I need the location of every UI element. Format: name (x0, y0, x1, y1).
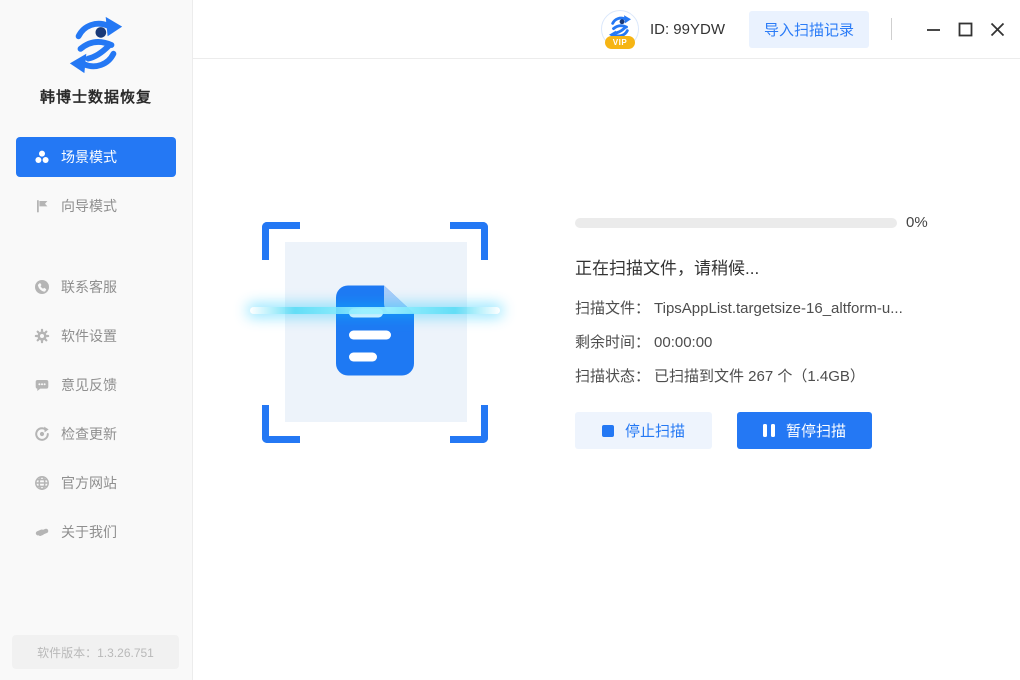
scan-message: 正在扫描文件，请稍候... (575, 254, 953, 279)
version-badge: 软件版本：1.3.26.751 (12, 635, 179, 669)
progress-bar (575, 218, 897, 228)
viewfinder-corner (450, 222, 488, 260)
scan-actions: 停止扫描 暂停扫描 (575, 412, 953, 449)
feedback-icon (34, 377, 50, 393)
update-icon (34, 426, 50, 442)
sidebar-item-label: 向导模式 (61, 196, 117, 216)
scan-line (250, 307, 500, 314)
scan-details: 扫描文件： TipsAppList.targetsize-16_altform-… (575, 300, 953, 385)
sidebar-item-about-us[interactable]: 关于我们 (16, 512, 176, 552)
pause-icon (763, 424, 775, 437)
user-id: ID: 99YDW (650, 21, 725, 38)
sidebar-item-check-updates[interactable]: 检查更新 (16, 414, 176, 454)
detail-row-time-remaining: 剩余时间： 00:00:00 (575, 334, 953, 351)
detail-value: 已扫描到文件 267 个（1.4GB） (654, 368, 865, 385)
sidebar-nav: 场景模式 向导模式 联系客服 (0, 137, 192, 561)
viewfinder-corner (450, 405, 488, 443)
viewfinder-corner (262, 405, 300, 443)
detail-value: TipsAppList.targetsize-16_altform-u... (654, 300, 903, 317)
sidebar-item-settings[interactable]: 软件设置 (16, 316, 176, 356)
sidebar: 韩博士数据恢复 场景模式 向导模式 (0, 0, 193, 680)
stop-icon (602, 425, 614, 437)
handshake-icon (34, 524, 50, 540)
pause-scan-label: 暂停扫描 (786, 420, 846, 441)
sidebar-item-scene-mode[interactable]: 场景模式 (16, 137, 176, 177)
sidebar-item-label: 官方网站 (61, 473, 117, 493)
stop-scan-button[interactable]: 停止扫描 (575, 412, 712, 449)
sidebar-item-official-website[interactable]: 官方网站 (16, 463, 176, 503)
pause-scan-button[interactable]: 暂停扫描 (737, 412, 872, 449)
detail-label: 剩余时间： (575, 334, 650, 351)
globe-icon (34, 475, 50, 491)
gear-icon (34, 328, 50, 344)
viewfinder-corner (262, 222, 300, 260)
minimize-icon[interactable] (924, 20, 942, 38)
sidebar-item-label: 软件设置 (61, 326, 117, 346)
import-scan-records-button[interactable]: 导入扫描记录 (749, 11, 869, 48)
app-title: 韩博士数据恢复 (0, 86, 192, 107)
detail-label: 扫描状态： (575, 368, 650, 385)
sidebar-item-label: 场景模式 (61, 147, 117, 167)
progress-percent: 0% (906, 214, 928, 231)
sidebar-item-contact-support[interactable]: 联系客服 (16, 267, 176, 307)
sidebar-item-wizard-mode[interactable]: 向导模式 (16, 186, 176, 226)
scene-mode-icon (34, 149, 50, 165)
detail-label: 扫描文件： (575, 300, 650, 317)
sidebar-item-label: 意见反馈 (61, 375, 117, 395)
stop-scan-label: 停止扫描 (625, 420, 685, 441)
header-separator (891, 18, 892, 40)
scan-animation (262, 222, 488, 443)
scan-status-panel: 0% 正在扫描文件，请稍候... 扫描文件： TipsAppList.targe… (575, 214, 953, 449)
document-icon (336, 285, 414, 380)
circular-arrows-logo-icon (65, 14, 127, 76)
detail-row-scan-status: 扫描状态： 已扫描到文件 267 个（1.4GB） (575, 368, 953, 385)
sidebar-section-gap (0, 235, 192, 267)
sidebar-item-label: 联系客服 (61, 277, 117, 297)
wizard-flag-icon (34, 198, 50, 214)
sidebar-item-feedback[interactable]: 意见反馈 (16, 365, 176, 405)
sidebar-item-label: 检查更新 (61, 424, 117, 444)
close-icon[interactable] (988, 20, 1006, 38)
detail-value: 00:00:00 (654, 334, 712, 351)
phone-icon (34, 279, 50, 295)
maximize-icon[interactable] (956, 20, 974, 38)
user-avatar[interactable]: VIP (601, 10, 639, 48)
vip-badge: VIP (605, 36, 635, 49)
progress-row: 0% (575, 214, 953, 231)
detail-row-current-file: 扫描文件： TipsAppList.targetsize-16_altform-… (575, 300, 953, 317)
header: VIP ID: 99YDW 导入扫描记录 (193, 0, 1020, 59)
app-logo (0, 0, 192, 76)
sidebar-item-label: 关于我们 (61, 522, 117, 542)
